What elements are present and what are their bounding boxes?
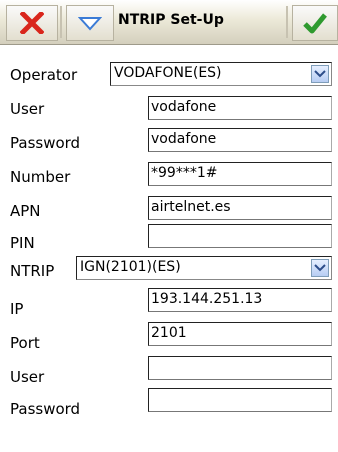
ntrip-user-field[interactable] — [148, 356, 332, 380]
pin-label: PIN — [10, 234, 35, 252]
checkmark-icon — [303, 13, 327, 34]
operator-label: Operator — [10, 66, 78, 84]
ntrip-value: IGN(2101)(ES) — [80, 259, 181, 275]
pin-field[interactable] — [148, 224, 332, 248]
user-label: User — [10, 100, 45, 118]
ntrip-label: NTRIP — [10, 262, 55, 280]
ntrip-dropdown-button[interactable] — [311, 259, 329, 277]
ip-field[interactable]: 193.144.251.13 — [148, 288, 332, 312]
port-field[interactable]: 2101 — [148, 322, 332, 346]
apn-field[interactable]: airtelnet.es — [148, 196, 332, 220]
dropdown-triangle-icon — [78, 17, 102, 31]
password-label: Password — [10, 134, 81, 152]
apn-label: APN — [10, 202, 41, 220]
ntrip-password-field[interactable] — [148, 388, 332, 412]
title-bar-separator — [60, 6, 62, 38]
chevron-down-icon — [314, 70, 326, 78]
ip-label: IP — [10, 300, 24, 318]
operator-value: VODAFONE(ES) — [114, 65, 222, 81]
operator-dropdown-button[interactable] — [311, 65, 329, 83]
title-bar-separator — [286, 6, 288, 38]
password-field[interactable]: vodafone — [148, 128, 332, 152]
chevron-down-icon — [314, 264, 326, 272]
user-field[interactable]: vodafone — [148, 96, 332, 120]
ntrip-password-label: Password — [10, 400, 81, 418]
operator-select[interactable]: VODAFONE(ES) — [110, 62, 332, 86]
number-field[interactable]: *99***1# — [148, 162, 332, 186]
ntrip-user-label: User — [10, 368, 45, 386]
ok-button[interactable] — [292, 5, 338, 41]
menu-dropdown-button[interactable] — [66, 5, 114, 41]
title-bar: NTRIP Set-Up — [0, 0, 338, 45]
close-button[interactable] — [6, 5, 58, 41]
window-title: NTRIP Set-Up — [118, 12, 224, 28]
port-label: Port — [10, 334, 40, 352]
close-x-icon — [20, 12, 44, 34]
ntrip-select[interactable]: IGN(2101)(ES) — [76, 256, 332, 280]
number-label: Number — [10, 168, 71, 186]
